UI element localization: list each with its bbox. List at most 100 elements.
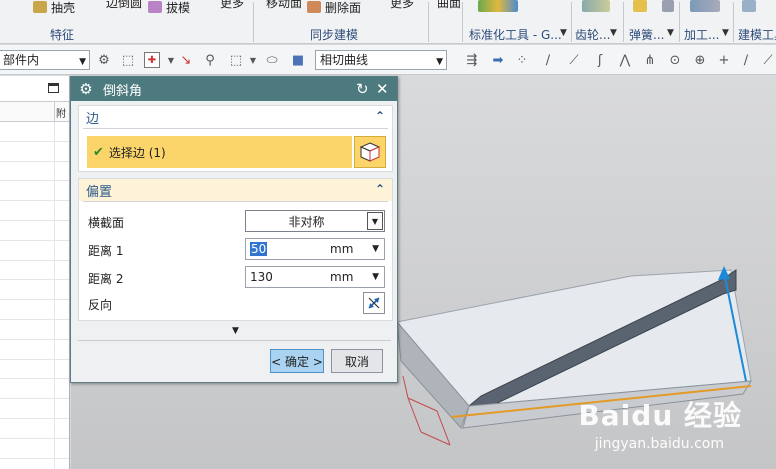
- chamfer-dialog: ⚙ 倒斜角 ↻ ✕ 边 ⌃ ✔ 选择边 (1) 偏置 ⌃ 横截面 非对称 ▼ 距…: [70, 76, 398, 383]
- distance2-input[interactable]: 130 mm ▼: [245, 266, 385, 288]
- more-features-button[interactable]: 更多: [220, 0, 244, 11]
- chevron-down-icon[interactable]: ▼: [367, 212, 383, 230]
- group-label-modeling-tools[interactable]: 建模工具: [738, 26, 776, 42]
- gear-tools-icons[interactable]: [582, 0, 610, 12]
- group-label-gc-tools[interactable]: 标准化工具 - G...: [469, 26, 562, 42]
- move-face-command[interactable]: 移动面: [266, 0, 302, 11]
- edge-section-header[interactable]: 边 ⌃: [79, 106, 392, 128]
- chevron-down-icon[interactable]: ▼: [372, 272, 379, 282]
- select-edge-button[interactable]: [354, 136, 386, 168]
- delete-face-command[interactable]: 删除面: [307, 0, 361, 15]
- list-item[interactable]: [0, 122, 69, 142]
- group-separator: [253, 2, 254, 42]
- chevron-down-icon[interactable]: ▼: [372, 244, 379, 254]
- close-icon[interactable]: ✕: [376, 80, 389, 98]
- maximize-icon[interactable]: [48, 83, 59, 93]
- list-item[interactable]: [0, 319, 69, 340]
- reverse-direction-button[interactable]: [363, 292, 385, 314]
- cancel-button[interactable]: 取消: [331, 349, 383, 373]
- group-label-sync-modeling: 同步建模: [310, 28, 359, 42]
- list-item[interactable]: [0, 379, 69, 400]
- list-item[interactable]: [0, 240, 69, 261]
- more-sync-button[interactable]: 更多: [390, 0, 414, 11]
- collapse-icon[interactable]: ⌃: [375, 109, 385, 123]
- arrow-cursor-icon[interactable]: ↘: [178, 52, 194, 68]
- draft-icon: [148, 1, 162, 13]
- filter-icon[interactable]: ⚙: [96, 52, 112, 68]
- wireframe-icon[interactable]: ⬭: [264, 52, 280, 68]
- reset-icon[interactable]: ↻: [356, 80, 369, 98]
- select-edge-field[interactable]: ✔ 选择边 (1): [87, 136, 352, 168]
- list-item[interactable]: [0, 201, 69, 221]
- chevron-down-icon[interactable]: ▼: [722, 28, 729, 38]
- arrow-right-icon[interactable]: ➡: [490, 52, 506, 68]
- expand-more-button[interactable]: ▼: [78, 323, 393, 339]
- group-label-gear[interactable]: 齿轮...: [575, 26, 610, 42]
- selection-scope-combo[interactable]: 部件内 ▼: [0, 50, 90, 70]
- group-separator: [571, 2, 572, 42]
- list-item[interactable]: [0, 418, 69, 439]
- gc-tools-icons[interactable]: [478, 0, 518, 12]
- distance1-input[interactable]: 50 mm ▼: [245, 238, 385, 260]
- edge-section: 边 ⌃ ✔ 选择边 (1): [78, 105, 393, 172]
- spline-icon[interactable]: ʃ: [592, 52, 608, 68]
- ok-button[interactable]: < 确定 >: [270, 349, 324, 373]
- slash-line-icon[interactable]: ∕: [738, 52, 754, 68]
- gear-icon[interactable]: ⚙: [75, 80, 97, 98]
- chevron-down-icon[interactable]: ▼: [245, 52, 261, 68]
- select-all-icon[interactable]: ⬚: [120, 52, 136, 68]
- curve-rule-combo[interactable]: 相切曲线 ▼: [315, 50, 447, 70]
- tangent-icon[interactable]: ⟋: [760, 52, 776, 68]
- group-label-machining[interactable]: 加工...: [684, 26, 719, 42]
- list-item[interactable]: [0, 220, 69, 241]
- solid-cube-icon[interactable]: ■: [290, 52, 306, 68]
- draft-command[interactable]: 拔模: [148, 0, 190, 15]
- intersection-icon[interactable]: ⋔: [642, 52, 658, 68]
- list-item[interactable]: [0, 339, 69, 360]
- watermark-logo: Baidu 经验: [578, 399, 742, 432]
- list-item[interactable]: [0, 280, 69, 301]
- spring-tools-icon-2[interactable]: [662, 0, 674, 12]
- spring-tools-icon[interactable]: [633, 0, 647, 12]
- modeling-tools-icon[interactable]: [742, 0, 756, 12]
- curve-rule-icon[interactable]: ⇶: [464, 52, 480, 68]
- chevron-down-icon: ▼: [436, 57, 443, 67]
- list-item[interactable]: [0, 458, 69, 469]
- chevron-down-icon[interactable]: ▼: [667, 28, 674, 38]
- list-item[interactable]: [0, 399, 69, 419]
- line-segment-icon[interactable]: ⟋: [566, 52, 582, 68]
- polyline-icon[interactable]: ⋀: [617, 52, 633, 68]
- line-icon[interactable]: ∕: [540, 52, 556, 68]
- surface-command[interactable]: 曲面: [437, 0, 461, 11]
- list-item[interactable]: [0, 359, 69, 380]
- list-item[interactable]: [0, 181, 69, 202]
- reverse-label: 反向: [88, 298, 113, 312]
- rectangle-select-icon[interactable]: ⬚: [228, 52, 244, 68]
- plus-icon[interactable]: +: [716, 52, 732, 68]
- chevron-down-icon[interactable]: ▼: [560, 28, 567, 38]
- navigator-titlebar: [0, 76, 69, 102]
- cross-section-select[interactable]: 非对称 ▼: [245, 210, 385, 232]
- network-icon[interactable]: ⁘: [514, 52, 530, 68]
- offset-section-header[interactable]: 偏置 ⌃: [79, 179, 392, 201]
- distance1-label: 距离 1: [88, 244, 124, 258]
- list-item[interactable]: [0, 300, 69, 320]
- dialog-titlebar[interactable]: ⚙ 倒斜角 ↻ ✕: [71, 77, 397, 101]
- target-icon[interactable]: ⊕: [692, 52, 708, 68]
- list-item[interactable]: [0, 161, 69, 182]
- circle-icon[interactable]: ⊙: [667, 52, 683, 68]
- collapse-icon[interactable]: ⌃: [375, 182, 385, 196]
- list-item[interactable]: [0, 438, 69, 459]
- chevron-down-icon[interactable]: ▼: [163, 52, 179, 68]
- edge-blend-command[interactable]: 边倒圆: [106, 0, 142, 11]
- list-item[interactable]: [0, 141, 69, 162]
- list-item[interactable]: [0, 260, 69, 281]
- group-separator: [679, 2, 680, 42]
- navigator-column-header[interactable]: 附: [0, 102, 69, 122]
- shell-command[interactable]: 抽壳: [33, 0, 75, 15]
- snap-point-icon[interactable]: ✚: [144, 52, 160, 68]
- pin-icon[interactable]: ⚲: [202, 52, 218, 68]
- machining-tools-icons[interactable]: [690, 0, 720, 12]
- chevron-down-icon[interactable]: ▼: [610, 28, 617, 38]
- group-label-spring[interactable]: 弹簧...: [629, 26, 664, 42]
